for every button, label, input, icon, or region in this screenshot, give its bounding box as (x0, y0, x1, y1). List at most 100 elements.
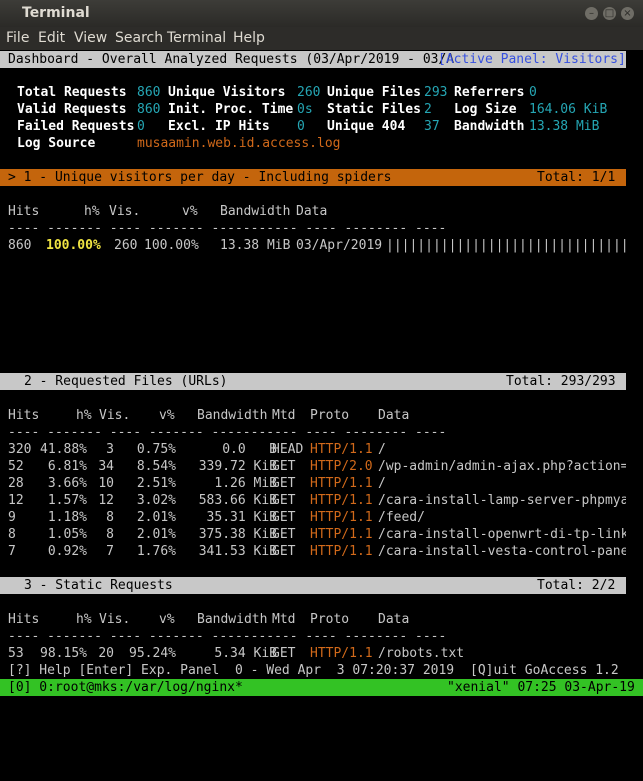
panel-3-header[interactable]: 3 - Static Requests Total: 2/2 (0, 577, 626, 594)
cell-data: / (378, 442, 386, 457)
cell-vis: 20 (98, 646, 114, 661)
cell-vis: 10 (98, 476, 114, 491)
cell-proto: HTTP/1.1 (310, 646, 373, 661)
cell-data: /wp-admin/admin-ajax.php?action=i (378, 459, 626, 474)
cell-bw: 375.38 KiB (198, 527, 277, 542)
log-source-value: musaamin.web.id.access.log (137, 136, 341, 151)
panel-title: 2 - Requested Files (URLs) (24, 374, 228, 389)
tmux-window[interactable]: [0] 0:root@mks:/var/log/nginx* (8, 679, 243, 696)
maximize-icon[interactable]: □ (603, 7, 616, 20)
cell-hp: 98.15% (40, 646, 87, 661)
stat-value: 0 (297, 119, 305, 134)
terminal-content[interactable]: Dashboard - Overall Analyzed Requests (0… (0, 50, 643, 700)
table-row[interactable]: 53 98.15% 20 95.24% 5.34 KiB GET HTTP/1.1/robo… (0, 645, 626, 662)
cell-vp: 8.54% (136, 459, 176, 474)
panel-1-columns: Hits h% Vis. v% Bandwidth Data (0, 203, 626, 220)
cell-hp: 0.92% (47, 544, 87, 559)
col-header: Data (378, 408, 410, 423)
cell-hits: 53 (8, 646, 24, 661)
cell-hits: 28 (8, 476, 24, 491)
table-row[interactable]: 9 1.18% 8 2.01% 35.31 KiB GET HTTP/1.1/feed/ (0, 509, 626, 526)
table-row[interactable]: 52 6.81% 34 8.54% 339.72 KiB GET HTTP/2.0/wp-a… (0, 458, 626, 475)
minimize-icon[interactable]: – (585, 7, 598, 20)
stat-value: 860 (137, 102, 161, 117)
cell-hp: 1.18% (47, 510, 87, 525)
header-text: Dashboard - Overall Analyzed Requests (0… (8, 52, 455, 67)
panel-3-columns: Hits h% Vis. v% Bandwidth Mtd Proto Data (0, 611, 626, 628)
col-header: h% (84, 204, 100, 219)
col-header: Vis. (99, 612, 131, 627)
table-row[interactable]: 320 41.88% 3 0.75% 0.0 B HEAD HTTP/1.1 / (0, 441, 626, 458)
col-header: Mtd (272, 612, 296, 627)
menu-view[interactable]: View (74, 30, 107, 46)
menu-terminal[interactable]: Terminal (167, 30, 226, 46)
table-row[interactable]: 7 0.92% 7 1.76% 341.53 KiB GET HTTP/1.1/cara-i… (0, 543, 626, 560)
cell-data: /feed/ (378, 510, 425, 525)
cell-mtd: GET (272, 459, 296, 474)
cell-data: / (378, 476, 386, 491)
cell-mtd: GET (272, 493, 296, 508)
col-header: Bandwidth (197, 408, 268, 423)
separator: ---- ------- ---- ------- ----------- --… (8, 425, 447, 440)
stat-label: Bandwidth (454, 119, 525, 134)
cell-hits: 52 (8, 459, 24, 474)
cell-vp: 0.75% (136, 442, 176, 457)
cell-bw: 5.34 KiB (214, 646, 277, 661)
panel-2-columns: Hits h% Vis. v% Bandwidth Mtd Proto Data (0, 407, 626, 424)
cell-proto: HTTP/1.1 (310, 510, 373, 525)
close-icon[interactable]: × (621, 7, 634, 20)
title-bar: Terminal – □ × (0, 0, 643, 27)
cell-vis: 34 (98, 459, 114, 474)
stat-label: Unique Visitors (168, 85, 286, 100)
menu-edit[interactable]: Edit (38, 30, 65, 46)
table-row[interactable]: 8 1.05% 8 2.01% 375.38 KiB GET HTTP/1.1/cara-i… (0, 526, 626, 543)
table-row[interactable]: 12 1.57% 12 3.02% 583.66 KiB GET HTTP/1.1/cara… (0, 492, 626, 509)
cell-proto: HTTP/1.1 (310, 527, 373, 542)
cell-vis: 12 (98, 493, 114, 508)
col-header: Hits (8, 612, 40, 627)
cell-bw: 35.31 KiB (206, 510, 277, 525)
cell-bw: 341.53 KiB (198, 544, 277, 559)
col-header: Proto (310, 408, 350, 423)
table-row[interactable]: 28 3.66% 10 2.51% 1.26 MiB GET HTTP/1.1 / (0, 475, 626, 492)
cell-vis: 8 (106, 527, 114, 542)
col-header: Vis. (109, 204, 141, 219)
window-title: Terminal (22, 5, 90, 21)
cell-hp: 1.57% (47, 493, 87, 508)
panel-total: Total: 2/2 (537, 578, 616, 593)
col-header: Bandwidth (220, 204, 291, 219)
stat-label: Excl. IP Hits (168, 119, 270, 134)
cell-hits: 8 (8, 527, 16, 542)
cell-bw: 583.66 KiB (198, 493, 277, 508)
tmux-status-bar: [0] 0:root@mks:/var/log/nginx* "xenial" … (0, 679, 643, 696)
stat-value: 860 (137, 85, 161, 100)
footer-help: [?] Help [Enter] Exp. Panel 0 - Wed Apr … (8, 663, 455, 678)
stat-label: Unique 404 (327, 119, 406, 134)
cell-hp: 41.88% (40, 442, 87, 457)
panel-1-header[interactable]: > 1 - Unique visitors per day - Includin… (0, 169, 626, 186)
stat-label: Unique Files (327, 85, 421, 100)
separator: ---- ------- ---- ------- ----------- --… (8, 221, 447, 236)
menu-file[interactable]: File (6, 30, 29, 46)
stat-value: 13.38 MiB (529, 119, 600, 134)
cell-hits: 9 (8, 510, 16, 525)
cell-bw: 1.26 MiB (214, 476, 277, 491)
stat-value: 0 (137, 119, 145, 134)
stat-label: Total Requests (17, 85, 127, 100)
panel-2-header[interactable]: 2 - Requested Files (URLs) Total: 293/29… (0, 373, 626, 390)
col-header: Mtd (272, 408, 296, 423)
menu-search[interactable]: Search (115, 30, 163, 46)
col-header: Data (378, 612, 410, 627)
cell-vis: 3 (106, 442, 114, 457)
cell-vp: 2.01% (136, 527, 176, 542)
cell-mtd: GET (272, 544, 296, 559)
stat-label: Valid Requests (17, 102, 127, 117)
dashboard-header: Dashboard - Overall Analyzed Requests (0… (0, 51, 626, 68)
menu-help[interactable]: Help (233, 30, 265, 46)
panel-total: Total: 1/1 (537, 170, 616, 185)
table-row[interactable]: 860 100.00% 260 100.00% 13.38 MiB 03/Apr… (0, 237, 626, 254)
cell-mtd: GET (272, 646, 296, 661)
panel-title: > 1 - Unique visitors per day - Includin… (8, 170, 392, 185)
stat-label: Failed Requests (17, 119, 135, 134)
cell-hits: 7 (8, 544, 16, 559)
